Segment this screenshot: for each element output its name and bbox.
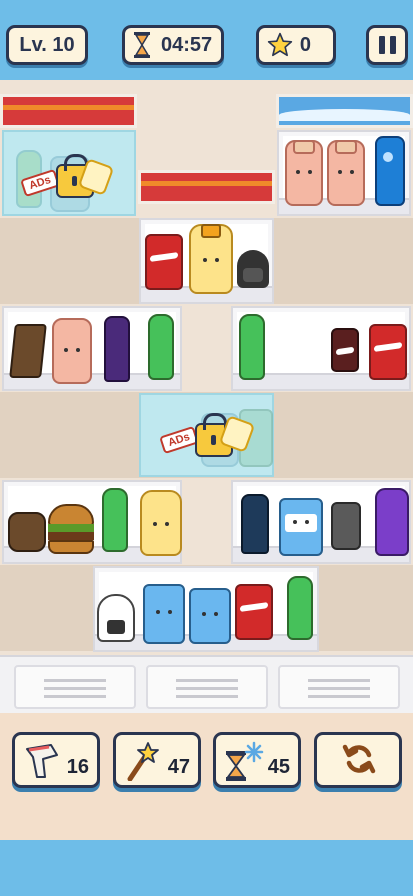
freeze-time-count: 45 [267,756,290,778]
star-count: 0 [299,33,311,56]
green-soda-bottle[interactable] [102,488,128,552]
freeze-time-button[interactable]: 45 [213,732,301,788]
drawer [14,665,136,709]
coffee-cup[interactable] [331,502,361,550]
star-counter: 0 [256,25,336,65]
yakult-bottle[interactable] [285,140,323,206]
juice-bottle[interactable] [140,490,182,556]
shelf-awning [0,94,137,128]
shelf[interactable] [277,130,411,216]
pause-icon [378,36,396,54]
star-icon [267,32,293,58]
ramune-bottle[interactable] [241,494,269,554]
locked-shelf[interactable]: ADs [139,393,274,477]
ads-badge: ADs [159,425,199,455]
refresh-icon [341,741,377,782]
green-soda-bottle[interactable] [148,314,174,380]
hourglass-icon [133,32,151,58]
sandwich[interactable] [9,324,47,378]
grape-soda-bottle[interactable] [104,316,130,382]
cola-can[interactable] [369,324,407,380]
ramune-bottle[interactable] [375,136,405,206]
milk-carton[interactable] [143,584,185,644]
pause-button[interactable] [366,25,408,65]
level-label: Lv. 10 [19,33,75,56]
cola-can[interactable] [235,584,273,640]
green-soda-bottle[interactable] [287,576,313,640]
scanner-button[interactable]: 16 [12,732,100,788]
shelf[interactable] [231,306,411,391]
shelf[interactable] [231,480,411,564]
yakult-bottle[interactable] [327,140,365,206]
timer-value: 04:57 [161,33,213,56]
shuffle-button[interactable] [314,732,402,788]
drawer [146,665,268,709]
locked-shelf[interactable]: ADs [2,130,136,216]
juice-bottle[interactable] [189,224,233,294]
shelf[interactable] [139,218,274,304]
yakult-bottle[interactable] [52,318,92,384]
shelf[interactable] [93,566,319,652]
grape-soda-bottle[interactable] [375,488,409,556]
green-soda-bottle[interactable] [239,314,265,380]
onigiri[interactable] [97,594,135,642]
magic-wand-icon [124,741,160,786]
onigiri-dark[interactable] [237,250,269,288]
level-indicator: Lv. 10 [6,25,88,65]
timer-display: 04:57 [122,25,224,65]
milk-carton[interactable] [279,498,323,556]
dark-cola-can[interactable] [331,328,359,372]
cola-can[interactable] [145,234,183,290]
shelf-awning-sky [276,94,413,128]
freeze-hourglass-icon [224,741,264,788]
bottom-bar [0,840,413,896]
milk-carton[interactable] [189,588,231,644]
shelf[interactable] [2,306,182,391]
scanner-icon [25,743,59,784]
magic-wand-button[interactable]: 47 [113,732,201,788]
drawer [278,665,400,709]
magic-wand-count: 47 [167,756,190,778]
shelf[interactable] [2,480,182,564]
burger[interactable] [48,504,94,554]
brown-snack[interactable] [8,512,46,552]
shelf-awning [138,170,275,204]
scanner-count: 16 [66,756,89,778]
